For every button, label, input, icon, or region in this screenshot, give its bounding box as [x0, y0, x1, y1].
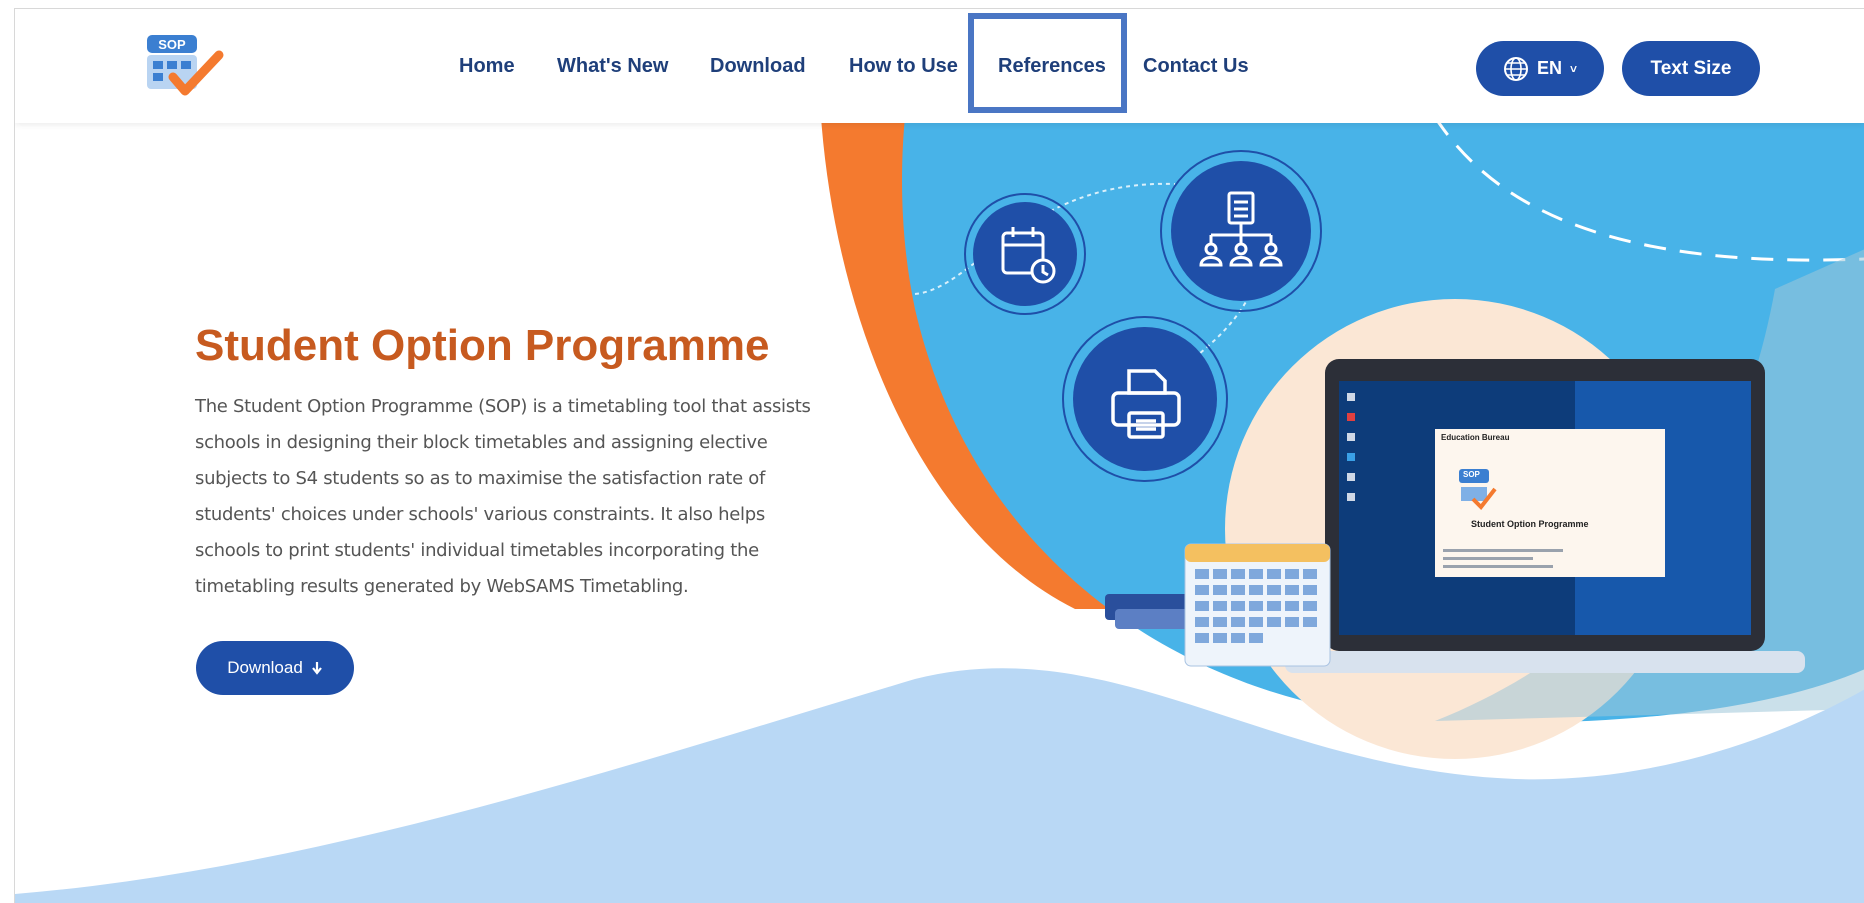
- calendar-clock-circle: [973, 202, 1077, 306]
- site-header: SOP Home What's New Download How to Use …: [15, 9, 1864, 123]
- down-arrow-icon: [311, 662, 322, 675]
- description-line: schools in designing their block timetab…: [195, 432, 768, 453]
- nav-download[interactable]: Download: [710, 55, 806, 78]
- chevron-down-icon: ˅: [1570, 61, 1578, 76]
- hero-description: The Student Option Programme (SOP) is a …: [195, 389, 835, 605]
- printer-circle: [1073, 327, 1217, 471]
- description-line: The Student Option Programme (SOP) is a …: [195, 396, 811, 417]
- description-line: schools to print students' individual ti…: [195, 540, 759, 561]
- app-window: [1435, 429, 1665, 577]
- nav-whats-new[interactable]: What's New: [557, 55, 668, 78]
- download-label: Download: [227, 658, 303, 677]
- laptop-app-name: Student Option Programme: [1471, 519, 1589, 529]
- description-line: subjects to S4 students so as to maximis…: [195, 468, 766, 489]
- nav-references[interactable]: References: [998, 55, 1106, 78]
- text-size-button[interactable]: Text Size: [1622, 41, 1760, 96]
- globe-icon: [1503, 56, 1528, 81]
- language-button[interactable]: EN ˅: [1476, 41, 1604, 96]
- nav-contact-us[interactable]: Contact Us: [1143, 55, 1249, 78]
- nav-how-to-use[interactable]: How to Use: [849, 55, 958, 78]
- description-line: students' choices under schools' various…: [195, 504, 765, 525]
- language-label: EN: [1536, 58, 1562, 78]
- description-line: timetabling results generated by WebSAMS…: [195, 576, 689, 597]
- hero-title: Student Option Programme: [195, 321, 770, 370]
- laptop-base: [1285, 651, 1805, 673]
- laptop-logo-text: SOP: [1463, 470, 1480, 479]
- laptop-window-title: Education Bureau: [1441, 433, 1510, 442]
- hero-download-button[interactable]: Download: [196, 641, 354, 695]
- nav-home[interactable]: Home: [459, 55, 515, 78]
- page: SOP Home What's New Download How to Use …: [14, 8, 1864, 903]
